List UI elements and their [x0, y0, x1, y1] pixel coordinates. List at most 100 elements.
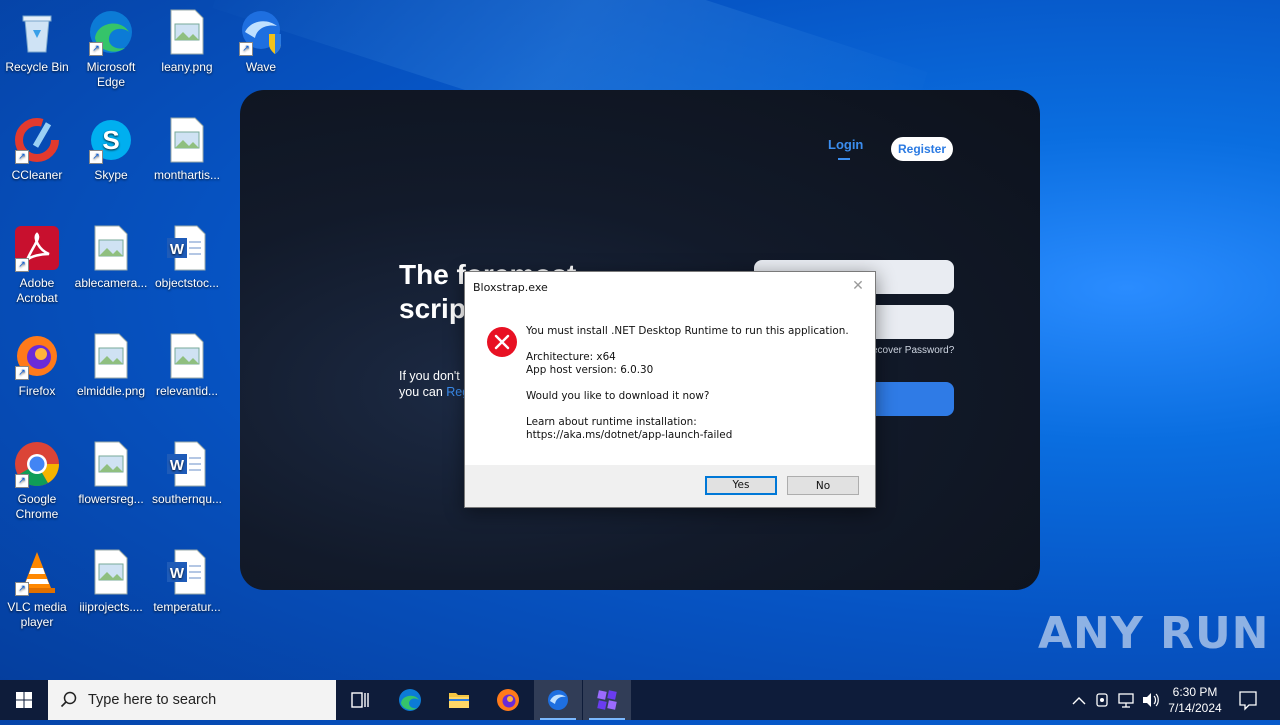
- icon-label: Recycle Bin: [5, 60, 69, 74]
- taskbar-bloxstrap[interactable]: [583, 680, 631, 720]
- image-file-icon: [87, 224, 135, 272]
- icon-label: monthartis...: [153, 168, 221, 182]
- desktop-icon-vlc[interactable]: ↗ VLC media player: [0, 548, 74, 630]
- dialog-title: Bloxstrap.exe: [473, 281, 548, 294]
- microsoft-edge-icon: ↗: [87, 8, 135, 56]
- desktop-icon-word-document[interactable]: W objectstoc...: [150, 224, 224, 291]
- taskbar-wave[interactable]: [534, 680, 582, 720]
- taskbar: Type here to search 6:30 PM 7/14/2024: [0, 680, 1280, 720]
- firefox-icon: ↗: [13, 332, 61, 380]
- taskbar-file-explorer[interactable]: [435, 680, 483, 720]
- desktop-icon-adobe-acrobat[interactable]: ↗ Adobe Acrobat: [0, 224, 74, 306]
- recover-password-link[interactable]: ecover Password?: [872, 345, 954, 356]
- shortcut-arrow-icon: ↗: [89, 42, 103, 56]
- dialog-learn-label: Learn about runtime installation:: [526, 416, 697, 428]
- shortcut-arrow-icon: ↗: [89, 150, 103, 164]
- icon-label: CCleaner: [11, 168, 63, 182]
- icon-label: objectstoc...: [154, 276, 220, 290]
- desktop-icon-word-document[interactable]: W southernqu...: [150, 440, 224, 507]
- image-file-icon: [87, 548, 135, 596]
- shortcut-arrow-icon: ↗: [239, 42, 253, 56]
- desktop-icon-image-file[interactable]: ablecamera...: [74, 224, 148, 291]
- desktop-icon-ccleaner[interactable]: ↗ CCleaner: [0, 116, 74, 183]
- skype-icon: S ↗: [87, 116, 135, 164]
- ccleaner-icon: ↗: [13, 116, 61, 164]
- microsoft-edge-icon: [399, 689, 421, 711]
- icon-label: iiiprojects....: [79, 600, 143, 614]
- icon-label: ablecamera...: [74, 276, 148, 290]
- error-icon: [487, 327, 517, 357]
- shortcut-arrow-icon: ↗: [15, 150, 29, 164]
- search-placeholder: Type here to search: [88, 692, 217, 708]
- desktop-icon-firefox[interactable]: ↗ Firefox: [0, 332, 74, 399]
- icon-label: Skype: [94, 168, 128, 182]
- desktop-icon-image-file[interactable]: monthartis...: [150, 116, 224, 183]
- svg-text:W: W: [170, 241, 185, 258]
- desktop-icon-image-file[interactable]: flowersreg...: [74, 440, 148, 507]
- anyrun-watermark: ANY RUN: [1038, 608, 1270, 659]
- yes-button[interactable]: Yes: [705, 476, 777, 495]
- meet-now-icon[interactable]: [1094, 680, 1112, 720]
- wave-icon: ↗: [237, 8, 285, 56]
- start-button[interactable]: [0, 680, 48, 720]
- icon-label: Firefox: [18, 384, 56, 398]
- icon-label: southernqu...: [151, 492, 223, 506]
- windows-logo-icon: [16, 692, 32, 708]
- icon-label: leany.png: [161, 60, 213, 74]
- word-document-icon: W: [163, 548, 211, 596]
- desktop-icon-image-file[interactable]: relevantid...: [150, 332, 224, 399]
- desktop-icon-microsoft-edge[interactable]: ↗ Microsoft Edge: [74, 8, 148, 90]
- task-view-button[interactable]: [336, 680, 384, 720]
- dialog-footer: Yes No: [465, 465, 875, 507]
- icon-label: flowersreg...: [78, 492, 144, 506]
- icon-label: relevantid...: [155, 384, 219, 398]
- no-button[interactable]: No: [787, 476, 859, 495]
- taskbar-clock[interactable]: 6:30 PM 7/14/2024: [1158, 684, 1232, 716]
- nav-active-underline: [838, 158, 850, 160]
- vlc-cone-icon: ↗: [13, 548, 61, 596]
- image-file-icon: [163, 332, 211, 380]
- shortcut-arrow-icon: ↗: [15, 474, 29, 488]
- shortcut-arrow-icon: ↗: [15, 258, 29, 272]
- dialog-main-message: You must install .NET Desktop Runtime to…: [526, 325, 849, 337]
- network-icon[interactable]: [1117, 680, 1137, 720]
- subtext-prefix: you can: [399, 385, 447, 399]
- clock-time: 6:30 PM: [1172, 685, 1218, 699]
- shortcut-arrow-icon: ↗: [15, 366, 29, 380]
- dialog-architecture: Architecture: x64: [526, 351, 616, 363]
- shortcut-arrow-icon: ↗: [15, 582, 29, 596]
- image-file-icon: [87, 332, 135, 380]
- icon-label: temperatur...: [153, 600, 221, 614]
- icon-label: Google Chrome: [15, 492, 59, 521]
- taskbar-edge[interactable]: [386, 680, 434, 720]
- desktop-icon-google-chrome[interactable]: ↗ Google Chrome: [0, 440, 74, 522]
- desktop-icon-word-document[interactable]: W temperatur...: [150, 548, 224, 615]
- notifications-icon[interactable]: [1237, 680, 1259, 720]
- clock-date: 7/14/2024: [1168, 701, 1222, 715]
- error-dialog: Bloxstrap.exe ✕ You must install .NET De…: [464, 271, 876, 508]
- desktop-icon-image-file[interactable]: iiiprojects....: [74, 548, 148, 615]
- word-document-icon: W: [163, 440, 211, 488]
- desktop-icon-recycle-bin[interactable]: Recycle Bin: [0, 8, 74, 75]
- nav-register-button[interactable]: Register: [891, 137, 953, 161]
- subtext-line2: you can Reg: [399, 384, 469, 400]
- desktop-icon-image-file[interactable]: elmiddle.png: [74, 332, 148, 399]
- bloxstrap-icon: [597, 690, 617, 710]
- desktop-icon-image-file[interactable]: leany.png: [150, 8, 224, 75]
- image-file-icon: [163, 116, 211, 164]
- desktop-icon-wave[interactable]: ↗ Wave: [224, 8, 298, 75]
- show-hidden-icons-chevron-icon[interactable]: [1070, 680, 1088, 720]
- search-icon: [60, 691, 77, 708]
- taskbar-firefox[interactable]: [484, 680, 532, 720]
- icon-label: Wave: [245, 60, 277, 74]
- taskbar-search-box[interactable]: Type here to search: [48, 680, 336, 720]
- svg-text:W: W: [170, 457, 185, 474]
- svg-text:S: S: [102, 125, 119, 155]
- close-icon[interactable]: ✕: [849, 277, 867, 295]
- desktop-icon-skype[interactable]: S ↗ Skype: [74, 116, 148, 183]
- adobe-acrobat-icon: ↗: [13, 224, 61, 272]
- subtext-line1: If you don't: [399, 369, 460, 383]
- icon-label: Microsoft Edge: [86, 60, 136, 89]
- nav-login-link[interactable]: Login: [828, 137, 863, 152]
- icon-label: VLC media player: [7, 600, 67, 629]
